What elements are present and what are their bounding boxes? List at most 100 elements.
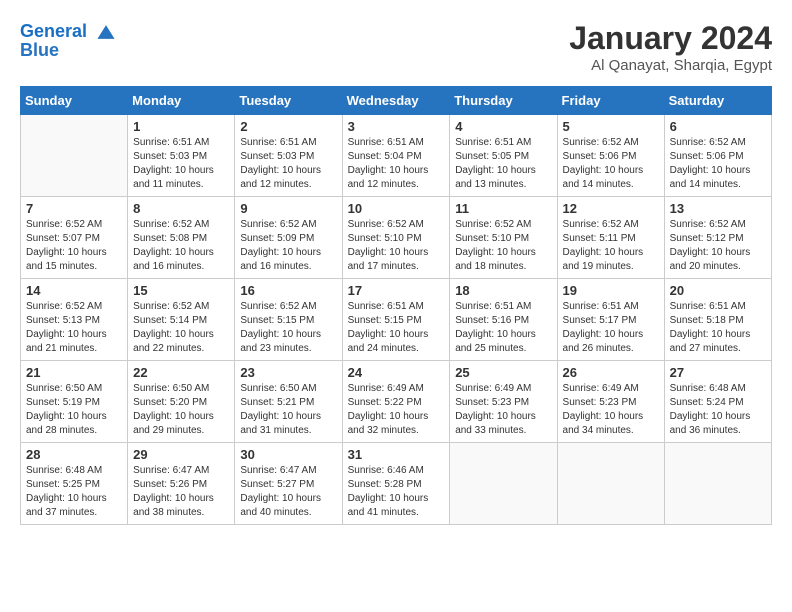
day-number: 6 [670,119,766,134]
col-saturday: Saturday [664,87,771,115]
day-info: Sunrise: 6:52 AMSunset: 5:07 PMDaylight:… [26,219,107,272]
day-info: Sunrise: 6:52 AMSunset: 5:13 PMDaylight:… [26,301,107,354]
calendar-cell [450,443,557,525]
calendar-week-2: 7 Sunrise: 6:52 AMSunset: 5:07 PMDayligh… [21,197,772,279]
calendar-cell [21,115,128,197]
day-info: Sunrise: 6:52 AMSunset: 5:15 PMDaylight:… [240,301,321,354]
calendar-week-4: 21 Sunrise: 6:50 AMSunset: 5:19 PMDaylig… [21,361,772,443]
day-number: 5 [563,119,659,134]
day-number: 23 [240,365,336,380]
day-number: 24 [348,365,445,380]
calendar-cell: 10 Sunrise: 6:52 AMSunset: 5:10 PMDaylig… [342,197,450,279]
calendar-cell: 4 Sunrise: 6:51 AMSunset: 5:05 PMDayligh… [450,115,557,197]
day-info: Sunrise: 6:52 AMSunset: 5:06 PMDaylight:… [670,137,751,190]
day-number: 4 [455,119,551,134]
day-number: 1 [133,119,229,134]
day-info: Sunrise: 6:49 AMSunset: 5:23 PMDaylight:… [563,383,644,436]
calendar-body: 1 Sunrise: 6:51 AMSunset: 5:03 PMDayligh… [21,115,772,525]
day-info: Sunrise: 6:51 AMSunset: 5:15 PMDaylight:… [348,301,429,354]
day-number: 26 [563,365,659,380]
calendar-cell: 5 Sunrise: 6:52 AMSunset: 5:06 PMDayligh… [557,115,664,197]
col-thursday: Thursday [450,87,557,115]
day-number: 29 [133,447,229,462]
calendar-cell: 30 Sunrise: 6:47 AMSunset: 5:27 PMDaylig… [235,443,342,525]
day-number: 21 [26,365,122,380]
calendar-cell: 26 Sunrise: 6:49 AMSunset: 5:23 PMDaylig… [557,361,664,443]
day-number: 18 [455,283,551,298]
calendar-cell: 9 Sunrise: 6:52 AMSunset: 5:09 PMDayligh… [235,197,342,279]
day-number: 17 [348,283,445,298]
day-info: Sunrise: 6:49 AMSunset: 5:22 PMDaylight:… [348,383,429,436]
calendar-title: January 2024 [569,20,772,57]
day-info: Sunrise: 6:52 AMSunset: 5:08 PMDaylight:… [133,219,214,272]
calendar-cell [664,443,771,525]
calendar-cell: 16 Sunrise: 6:52 AMSunset: 5:15 PMDaylig… [235,279,342,361]
calendar-week-1: 1 Sunrise: 6:51 AMSunset: 5:03 PMDayligh… [21,115,772,197]
day-number: 16 [240,283,336,298]
day-info: Sunrise: 6:52 AMSunset: 5:11 PMDaylight:… [563,219,644,272]
calendar-cell: 18 Sunrise: 6:51 AMSunset: 5:16 PMDaylig… [450,279,557,361]
day-number: 12 [563,201,659,216]
col-friday: Friday [557,87,664,115]
day-info: Sunrise: 6:51 AMSunset: 5:16 PMDaylight:… [455,301,536,354]
header: General Blue January 2024 Al Qanayat, Sh… [20,20,772,74]
calendar-cell: 25 Sunrise: 6:49 AMSunset: 5:23 PMDaylig… [450,361,557,443]
day-number: 25 [455,365,551,380]
day-number: 7 [26,201,122,216]
calendar-cell: 14 Sunrise: 6:52 AMSunset: 5:13 PMDaylig… [21,279,128,361]
day-number: 3 [348,119,445,134]
logo-icon [94,20,118,44]
day-number: 19 [563,283,659,298]
day-info: Sunrise: 6:52 AMSunset: 5:09 PMDaylight:… [240,219,321,272]
calendar-cell [557,443,664,525]
calendar-cell: 2 Sunrise: 6:51 AMSunset: 5:03 PMDayligh… [235,115,342,197]
calendar-cell: 8 Sunrise: 6:52 AMSunset: 5:08 PMDayligh… [128,197,235,279]
day-number: 11 [455,201,551,216]
day-info: Sunrise: 6:47 AMSunset: 5:27 PMDaylight:… [240,465,321,518]
title-section: January 2024 Al Qanayat, Sharqia, Egypt [569,20,772,74]
day-info: Sunrise: 6:48 AMSunset: 5:25 PMDaylight:… [26,465,107,518]
calendar-cell: 22 Sunrise: 6:50 AMSunset: 5:20 PMDaylig… [128,361,235,443]
calendar-cell: 23 Sunrise: 6:50 AMSunset: 5:21 PMDaylig… [235,361,342,443]
day-info: Sunrise: 6:52 AMSunset: 5:10 PMDaylight:… [455,219,536,272]
calendar-cell: 12 Sunrise: 6:52 AMSunset: 5:11 PMDaylig… [557,197,664,279]
day-info: Sunrise: 6:49 AMSunset: 5:23 PMDaylight:… [455,383,536,436]
calendar-cell: 3 Sunrise: 6:51 AMSunset: 5:04 PMDayligh… [342,115,450,197]
calendar-cell: 6 Sunrise: 6:52 AMSunset: 5:06 PMDayligh… [664,115,771,197]
logo: General Blue [20,20,118,61]
calendar-cell: 11 Sunrise: 6:52 AMSunset: 5:10 PMDaylig… [450,197,557,279]
calendar-cell: 31 Sunrise: 6:46 AMSunset: 5:28 PMDaylig… [342,443,450,525]
day-number: 2 [240,119,336,134]
calendar-cell: 17 Sunrise: 6:51 AMSunset: 5:15 PMDaylig… [342,279,450,361]
day-number: 9 [240,201,336,216]
day-number: 28 [26,447,122,462]
day-info: Sunrise: 6:48 AMSunset: 5:24 PMDaylight:… [670,383,751,436]
day-number: 15 [133,283,229,298]
day-number: 13 [670,201,766,216]
calendar-cell: 1 Sunrise: 6:51 AMSunset: 5:03 PMDayligh… [128,115,235,197]
day-info: Sunrise: 6:51 AMSunset: 5:05 PMDaylight:… [455,137,536,190]
calendar-cell: 7 Sunrise: 6:52 AMSunset: 5:07 PMDayligh… [21,197,128,279]
day-info: Sunrise: 6:52 AMSunset: 5:12 PMDaylight:… [670,219,751,272]
calendar-cell: 29 Sunrise: 6:47 AMSunset: 5:26 PMDaylig… [128,443,235,525]
day-info: Sunrise: 6:52 AMSunset: 5:06 PMDaylight:… [563,137,644,190]
col-monday: Monday [128,87,235,115]
day-info: Sunrise: 6:47 AMSunset: 5:26 PMDaylight:… [133,465,214,518]
page-container: General Blue January 2024 Al Qanayat, Sh… [0,0,792,535]
day-info: Sunrise: 6:51 AMSunset: 5:03 PMDaylight:… [133,137,214,190]
day-info: Sunrise: 6:52 AMSunset: 5:14 PMDaylight:… [133,301,214,354]
day-number: 8 [133,201,229,216]
day-info: Sunrise: 6:50 AMSunset: 5:20 PMDaylight:… [133,383,214,436]
day-info: Sunrise: 6:51 AMSunset: 5:17 PMDaylight:… [563,301,644,354]
calendar-cell: 19 Sunrise: 6:51 AMSunset: 5:17 PMDaylig… [557,279,664,361]
day-info: Sunrise: 6:51 AMSunset: 5:18 PMDaylight:… [670,301,751,354]
calendar-cell: 24 Sunrise: 6:49 AMSunset: 5:22 PMDaylig… [342,361,450,443]
day-info: Sunrise: 6:50 AMSunset: 5:21 PMDaylight:… [240,383,321,436]
day-info: Sunrise: 6:51 AMSunset: 5:04 PMDaylight:… [348,137,429,190]
calendar-subtitle: Al Qanayat, Sharqia, Egypt [569,57,772,74]
calendar-table: Sunday Monday Tuesday Wednesday Thursday… [20,86,772,525]
calendar-cell: 28 Sunrise: 6:48 AMSunset: 5:25 PMDaylig… [21,443,128,525]
calendar-week-3: 14 Sunrise: 6:52 AMSunset: 5:13 PMDaylig… [21,279,772,361]
calendar-cell: 21 Sunrise: 6:50 AMSunset: 5:19 PMDaylig… [21,361,128,443]
day-number: 30 [240,447,336,462]
